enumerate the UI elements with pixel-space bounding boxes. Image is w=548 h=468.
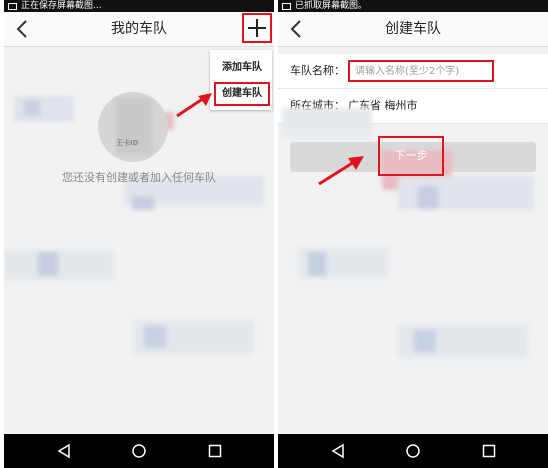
- empty-state-text: 您还没有创建或者加入任何车队: [62, 171, 216, 184]
- status-bar: 正在保存屏幕截图...: [4, 0, 274, 12]
- red-arrow-icon: [176, 93, 212, 118]
- nav-recents-button[interactable]: [207, 443, 223, 459]
- android-nav-bar: [278, 434, 548, 468]
- team-name-label: 车队名称：: [290, 64, 345, 77]
- menu-item-add-team[interactable]: 添加车队: [214, 56, 270, 80]
- right-phone-screen: 已抓取屏幕截图。 创建车队 车队名称： 所在城市： 广东省 梅州市 下一步: [278, 0, 548, 468]
- menu-item-create-team[interactable]: 创建车队: [214, 82, 270, 106]
- blurred-area: [308, 252, 326, 276]
- status-bar: 已抓取屏幕截图。: [278, 0, 548, 12]
- nav-recents-icon: [482, 444, 496, 458]
- nav-back-button[interactable]: [56, 443, 72, 459]
- nav-back-icon: [57, 443, 70, 459]
- title-bar: 我的车队: [4, 12, 274, 47]
- team-name-row: 车队名称：: [278, 54, 548, 89]
- title-bar: 创建车队: [278, 12, 548, 47]
- blurred-area: [4, 250, 114, 280]
- popup-menu: 添加车队 创建车队: [210, 50, 272, 110]
- nav-home-button[interactable]: [131, 443, 147, 459]
- status-text: 正在保存屏幕截图...: [21, 1, 102, 11]
- nav-home-icon: [406, 444, 420, 458]
- nav-home-button[interactable]: [405, 443, 421, 459]
- nav-recents-button[interactable]: [481, 443, 497, 459]
- nav-back-icon: [331, 443, 344, 459]
- android-nav-bar: [4, 434, 274, 468]
- blurred-area: [282, 108, 372, 138]
- plus-icon: [248, 19, 266, 37]
- next-step-button[interactable]: 下一步: [378, 136, 444, 176]
- left-phone-screen: 正在保存屏幕截图... 我的车队 王卡ID 您还没有创建或者加入任何车队 添加车…: [4, 0, 274, 468]
- page-title: 我的车队: [111, 21, 167, 37]
- blurred-area: [144, 326, 166, 348]
- page-title: 创建车队: [385, 21, 441, 37]
- blurred-area: [132, 196, 154, 210]
- add-menu-button[interactable]: [242, 13, 272, 43]
- blurred-area: [418, 186, 438, 208]
- nav-home-icon: [132, 444, 146, 458]
- logo-text: 王卡ID: [116, 139, 139, 147]
- team-name-input[interactable]: [348, 60, 494, 82]
- nav-back-button[interactable]: [330, 443, 346, 459]
- blurred-area: [38, 252, 58, 276]
- screenshot-notification-icon: [8, 2, 17, 10]
- blurred-area: [24, 100, 40, 116]
- screenshot-notification-icon: [282, 2, 291, 10]
- blurred-area: [14, 96, 74, 122]
- nav-recents-icon: [208, 444, 222, 458]
- blurred-area: [414, 330, 436, 352]
- status-text: 已抓取屏幕截图。: [295, 1, 368, 11]
